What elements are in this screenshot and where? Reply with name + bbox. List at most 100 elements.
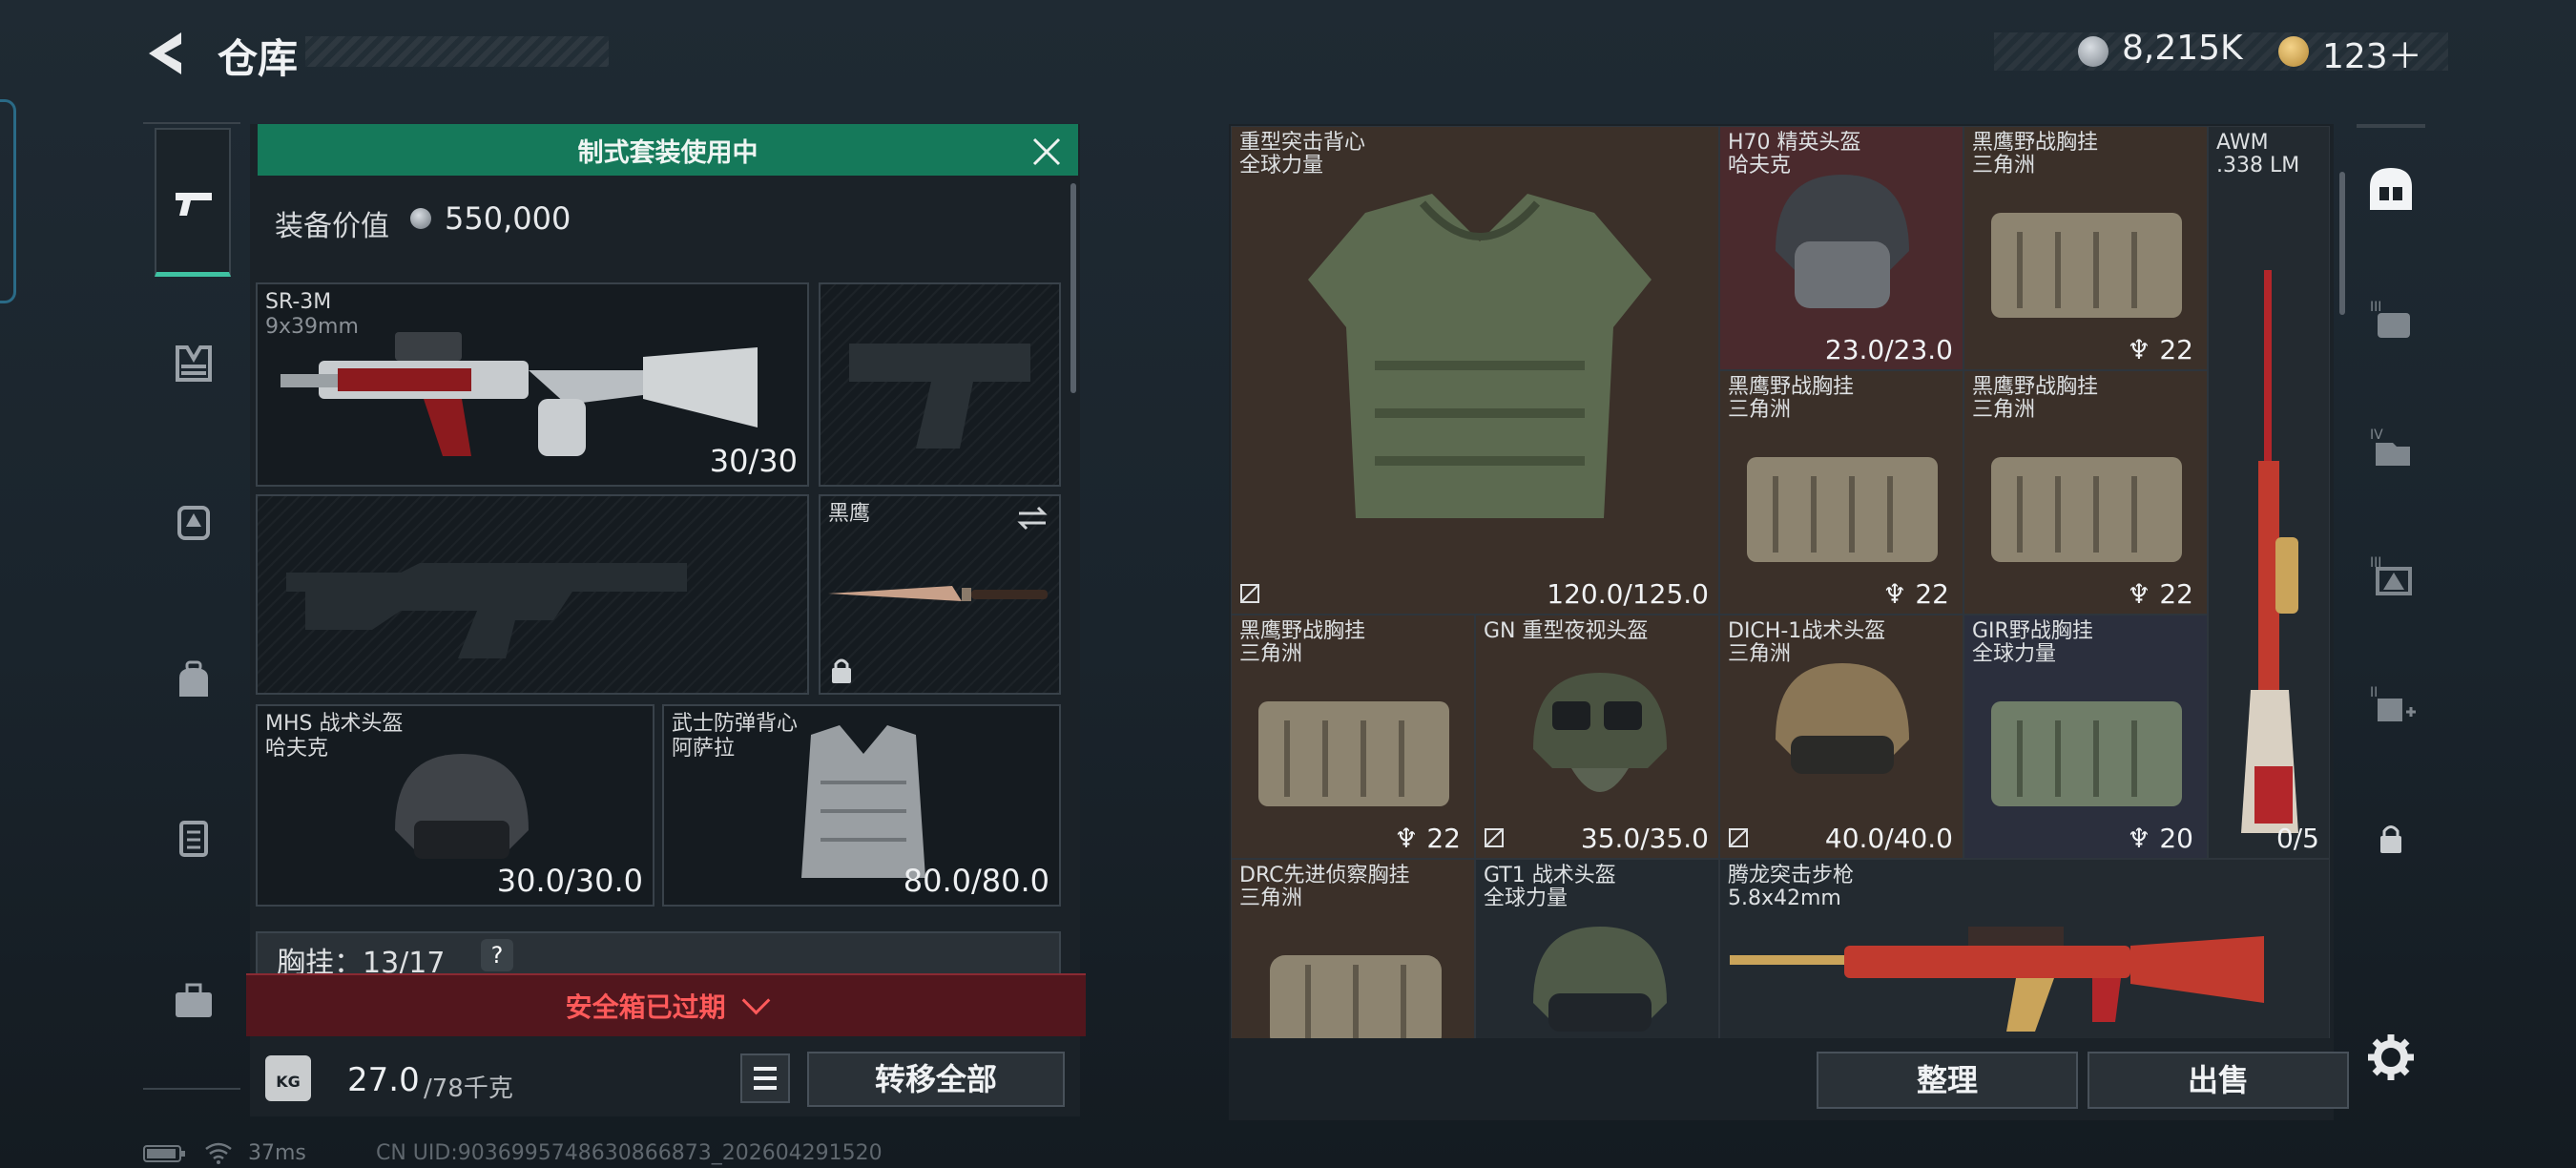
organize-button[interactable]: 整理 <box>1817 1052 2078 1109</box>
gold-coin-icon <box>2278 36 2309 67</box>
weight-icon: KG <box>265 1055 311 1101</box>
capacity-value: 22 <box>2159 334 2193 365</box>
melee-slot[interactable]: 黑鹰 <box>819 494 1061 695</box>
ping: 37ms <box>248 1141 306 1165</box>
chest-rig-image <box>1991 701 2182 806</box>
transfer-all-button[interactable]: 转移全部 <box>807 1052 1065 1107</box>
helmet-slot[interactable]: MHS 战术头盔 哈夫克 30.0/30.0 <box>256 704 654 907</box>
list-view-button[interactable] <box>740 1053 790 1103</box>
capacity-value: 22 <box>1915 578 1949 610</box>
grid-item[interactable]: DICH-1战术头盔 三角洲 40.0/40.0 <box>1719 615 1963 859</box>
back-arrow-icon[interactable] <box>143 29 187 78</box>
loadout-banner-text: 制式套装使用中 <box>577 138 758 168</box>
item-name: DRC先进侦察胸挂 <box>1239 864 1410 887</box>
slot-caliber: 9x39mm <box>265 315 359 339</box>
item-caliber: .338 LM <box>2216 154 2300 177</box>
nvg-helmet-image <box>1533 673 1667 792</box>
item-faction: 三角洲 <box>1239 886 1303 910</box>
svg-text:III: III <box>2370 300 2381 315</box>
durability: 30.0/30.0 <box>496 863 643 899</box>
chest-rig-icon[interactable] <box>172 342 216 386</box>
knife-image <box>828 586 1048 601</box>
wifi-icon <box>205 1142 232 1164</box>
equipment-value: 550,000 <box>445 200 571 237</box>
item-faction: 三角洲 <box>1728 642 1792 666</box>
gold-balance[interactable]: 123＋ <box>2322 29 2422 78</box>
item-name: 黑鹰野战胸挂 <box>1972 131 2099 155</box>
grid-item[interactable]: 黑鹰野战胸挂 三角洲 ♆ 22 <box>1963 370 2208 615</box>
grid-item[interactable]: GIR野战胸挂 全球力量 ♆ 20 <box>1963 615 2208 859</box>
item-faction: 三角洲 <box>1728 398 1792 422</box>
item-faction: 哈夫克 <box>1728 154 1792 177</box>
no-sell-icon <box>1240 584 1259 603</box>
grid-item[interactable]: DRC先进侦察胸挂 三角洲 <box>1231 859 1475 1038</box>
chest-rig-image <box>1991 457 2182 562</box>
silver-balance: 8,215K <box>2122 29 2243 68</box>
grid-item[interactable]: AWM .338 LM 0/5 <box>2208 126 2330 859</box>
secondary-weapon-slot[interactable] <box>256 494 809 695</box>
grid-item[interactable]: 腾龙突击步枪 5.8x42mm <box>1719 859 2330 1038</box>
title-stripe <box>305 36 609 67</box>
storage-main-icon[interactable] <box>2364 162 2418 216</box>
item-faction: 全球力量 <box>1239 154 1324 177</box>
grid-item[interactable]: 重型突击背心 全球力量 120.0/125.0 <box>1231 126 1719 615</box>
chest-rig-image <box>1991 213 2182 318</box>
item-capacity: ♆ 22 <box>2127 334 2193 365</box>
battery-icon <box>143 1145 185 1162</box>
storage-tab-6-icon[interactable]: II <box>2364 678 2418 731</box>
chest-rig-image <box>1258 701 1449 806</box>
loadout-scrollbar[interactable] <box>1070 183 1076 393</box>
item-name: 黑鹰野战胸挂 <box>1728 375 1855 399</box>
grid-item[interactable]: GT1 战术头盔 全球力量 <box>1475 859 1719 1038</box>
armor-slot[interactable]: 武士防弹背心 阿萨拉 80.0/80.0 <box>662 704 1061 907</box>
pistol-slot[interactable] <box>819 282 1061 487</box>
storage-rail-top <box>2357 124 2425 128</box>
storage-tab-3-icon[interactable]: III <box>2364 292 2418 345</box>
item-name: 腾龙突击步枪 <box>1728 864 1855 887</box>
item-ammo: 0/5 <box>2275 823 2319 854</box>
side-drawer-handle[interactable] <box>0 99 16 303</box>
primary-weapon-slot[interactable]: SR-3M 9x39mm 30/30 <box>256 282 809 487</box>
swap-icon[interactable] <box>1015 504 1049 532</box>
grid-item[interactable]: 黑鹰野战胸挂 三角洲 ♆ 22 <box>1719 370 1963 615</box>
item-name: H70 精英头盔 <box>1728 131 1861 155</box>
storage-scrollbar[interactable] <box>2339 172 2345 315</box>
safe-box-expired[interactable]: 安全箱已过期 <box>246 986 1086 1025</box>
sell-button[interactable]: 出售 <box>2088 1052 2349 1109</box>
container-icon[interactable] <box>172 817 216 861</box>
helmet-image <box>1776 175 1909 308</box>
bag-icon[interactable] <box>172 658 216 702</box>
item-capacity: ♆ 22 <box>2127 578 2193 610</box>
storage-tab-5-icon[interactable]: III <box>2364 548 2418 601</box>
page-title: 仓库 <box>218 35 299 82</box>
help-button[interactable]: ? <box>481 939 513 971</box>
item-name: AWM <box>2216 131 2269 155</box>
item-caliber: 5.8x42mm <box>1728 886 1841 910</box>
grid-item[interactable]: GN 重型夜视头盔 35.0/35.0 <box>1475 615 1719 859</box>
storage-tab-4-icon[interactable]: IV <box>2364 420 2418 473</box>
slot-name: 黑鹰 <box>828 502 871 526</box>
item-durability: 35.0/35.0 <box>1580 823 1709 854</box>
grid-item[interactable]: H70 精英头盔 哈夫克 23.0/23.0 <box>1719 126 1963 370</box>
item-faction: 三角洲 <box>1972 398 2036 422</box>
item-faction: 三角洲 <box>1239 642 1303 666</box>
slot-faction: 哈夫克 <box>265 737 329 761</box>
close-icon[interactable] <box>1030 136 1063 168</box>
silver-coin-icon <box>2078 36 2109 67</box>
item-name: GT1 战术头盔 <box>1484 864 1616 887</box>
item-name: 黑鹰野战胸挂 <box>1239 619 1366 643</box>
item-name: DICH-1战术头盔 <box>1728 619 1886 643</box>
item-capacity: ♆ 22 <box>1394 823 1461 854</box>
capacity-value: 22 <box>2159 578 2193 610</box>
grid-item[interactable]: 黑鹰野战胸挂 三角洲 ♆ 22 <box>1963 126 2208 370</box>
assault-rifle-image <box>1730 927 2264 1032</box>
gear-icon[interactable] <box>2366 1032 2416 1082</box>
backpack-icon[interactable] <box>172 500 216 544</box>
item-durability: 120.0/125.0 <box>1547 578 1709 610</box>
grid-item[interactable]: 黑鹰野战胸挂 三角洲 ♆ 22 <box>1231 615 1475 859</box>
capacity-value: 22 <box>1426 823 1461 854</box>
chest-rig-image <box>1747 457 1938 562</box>
item-durability: 40.0/40.0 <box>1824 823 1953 854</box>
briefcase-icon[interactable] <box>172 979 216 1023</box>
safe-box-expired-text: 安全箱已过期 <box>565 991 726 1023</box>
